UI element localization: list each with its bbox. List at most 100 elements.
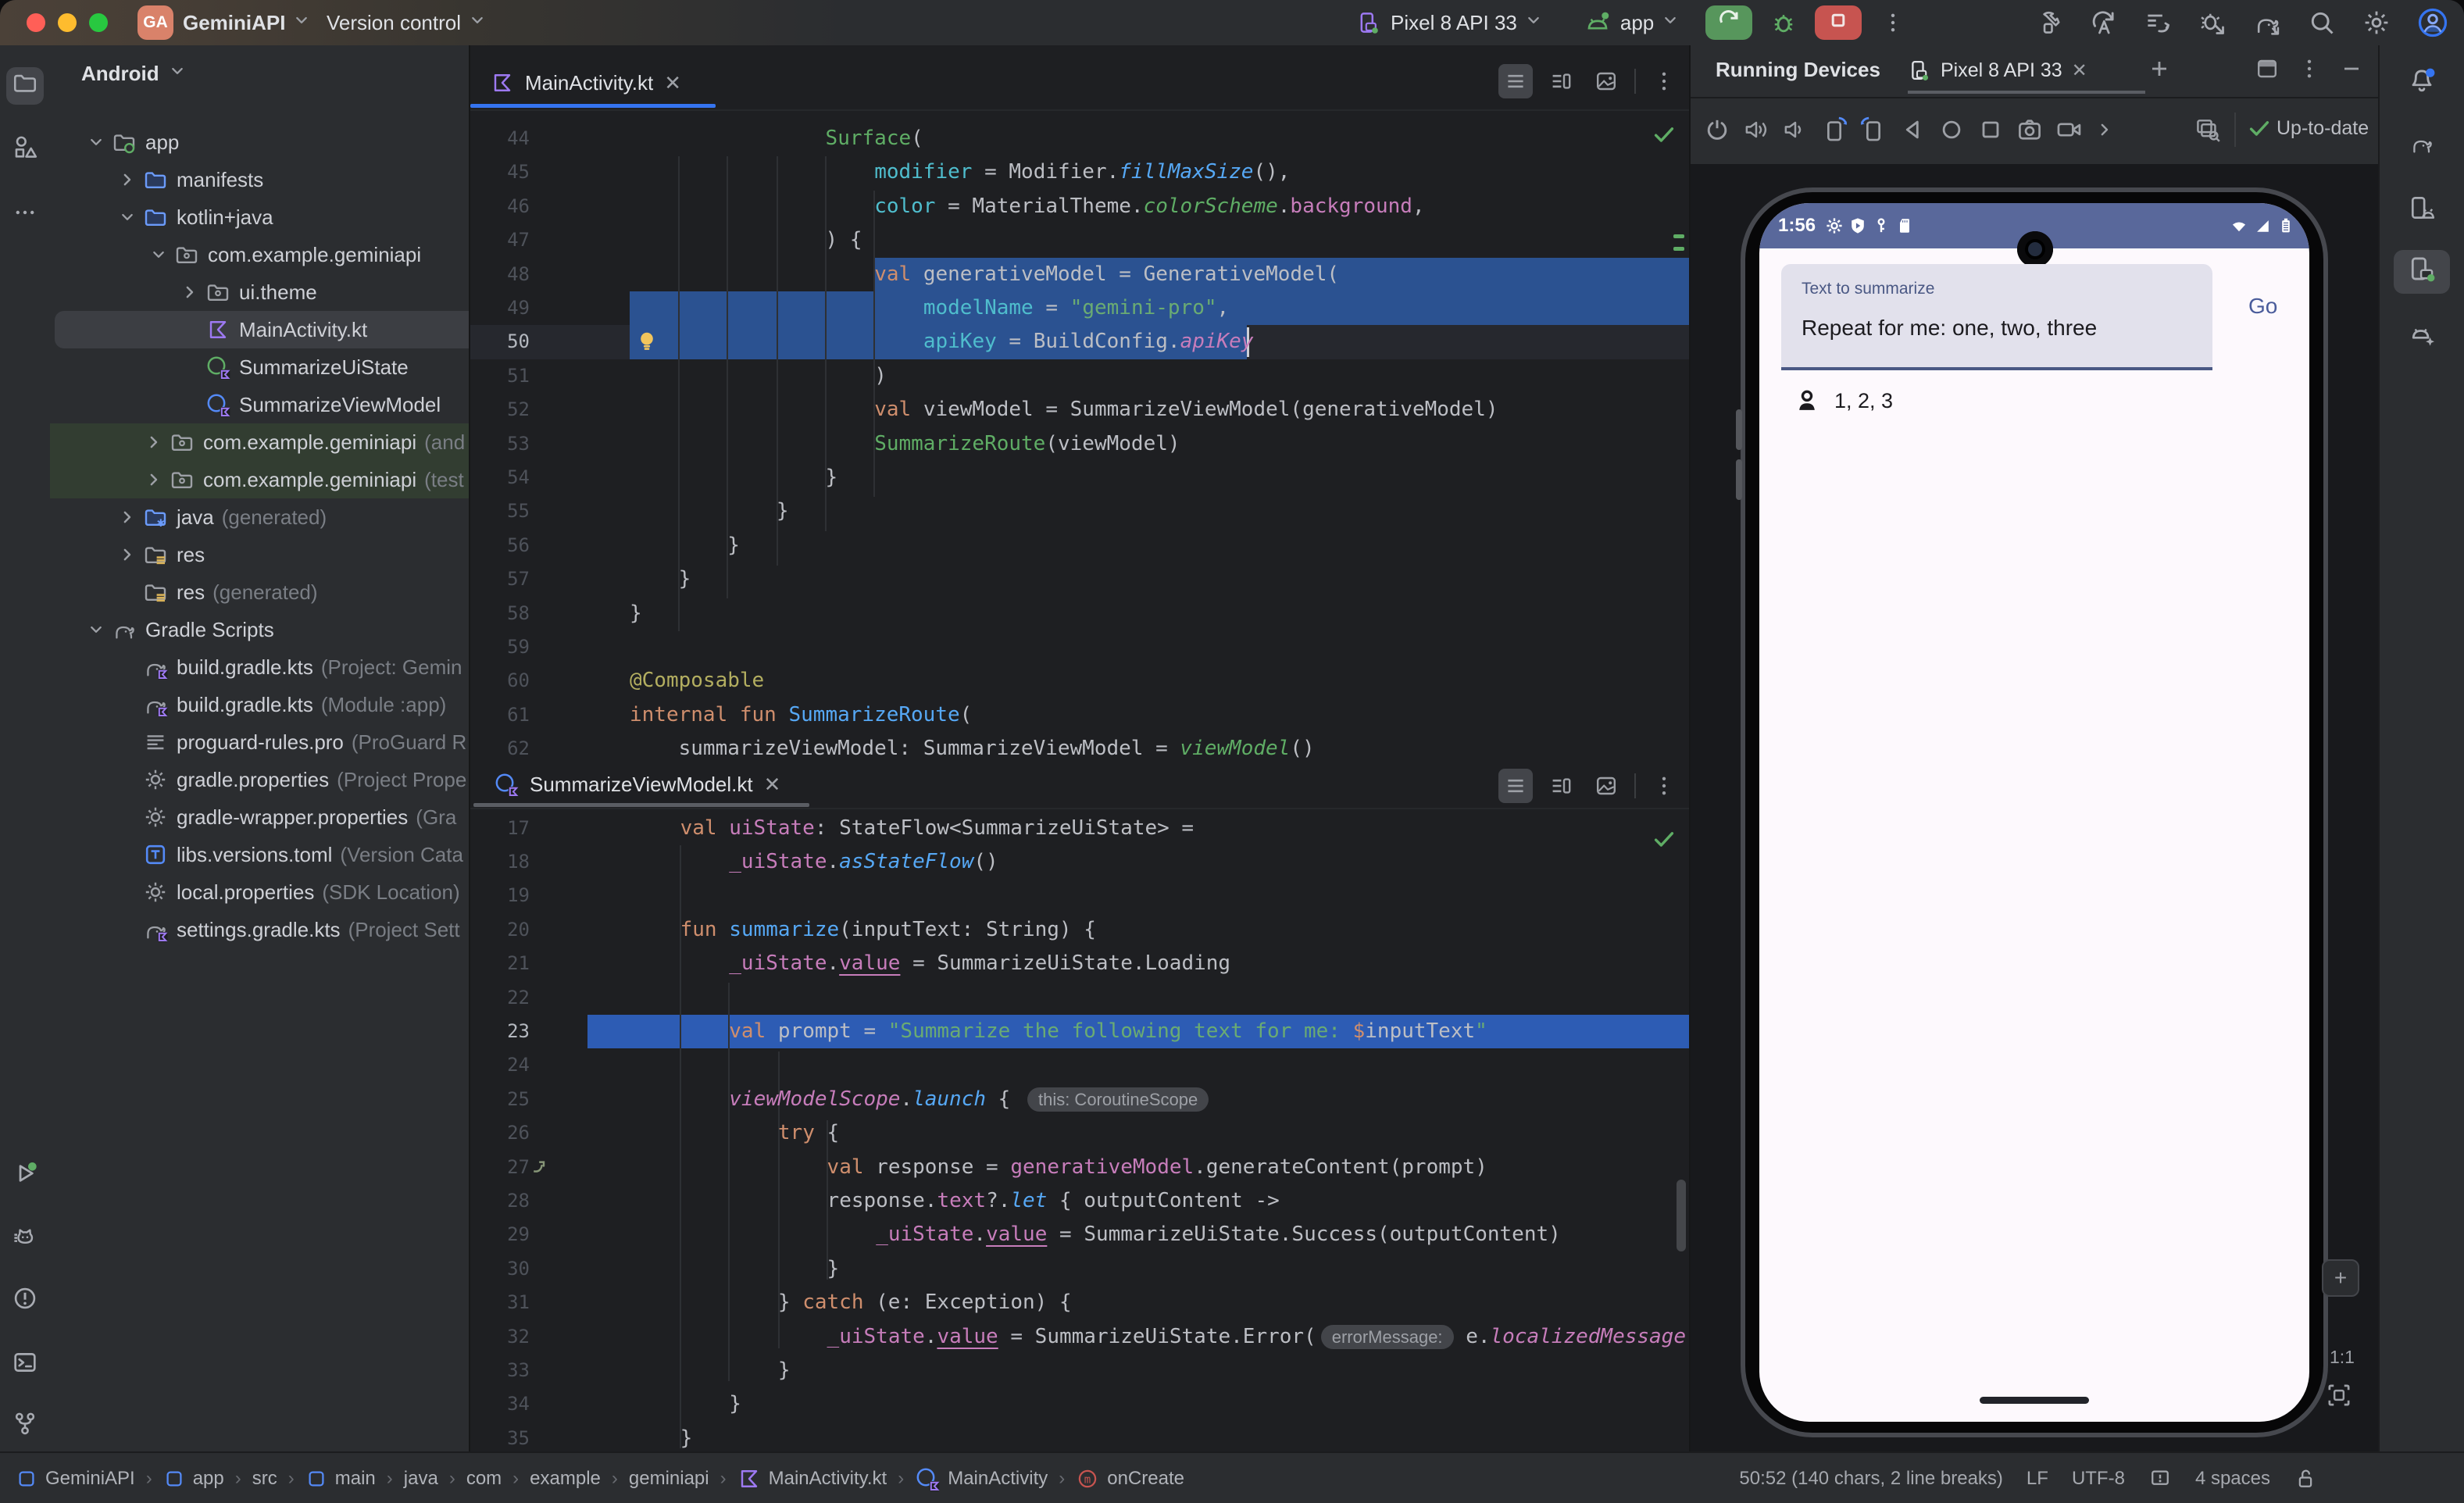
chevron-down-icon[interactable] [144, 245, 173, 265]
code-line-58[interactable]: 58} [470, 597, 1691, 630]
code-line-17[interactable]: 17val uiState: StateFlow<SummarizeUiStat… [470, 812, 1691, 845]
code-line-53[interactable]: 53SummarizeRoute(viewModel) [470, 427, 1691, 461]
code-line-46[interactable]: 46color = MaterialTheme.colorScheme.back… [470, 190, 1691, 223]
run-tool-button[interactable] [6, 1158, 44, 1195]
gradle-tool-button[interactable] [2403, 128, 2441, 166]
code-line-44[interactable]: 44Surface( [470, 122, 1691, 155]
user-avatar-icon[interactable] [2417, 7, 2448, 38]
tree-item-build-gradle-kts[interactable]: build.gradle.kts(Project: Gemin [55, 648, 469, 686]
tab-summarize-viewmodel[interactable]: SummarizeViewModel.kt ✕ [473, 764, 801, 805]
line-ending-widget[interactable]: LF [2027, 1468, 2048, 1490]
rotate-left-icon[interactable] [1820, 116, 1848, 144]
split-view-icon[interactable] [1544, 64, 1578, 98]
code-line-28[interactable]: 28response.text?.let { outputContent -> [470, 1184, 1691, 1218]
tree-item-mainactivity-kt[interactable]: MainActivity.kt [55, 311, 469, 348]
breadcrumb-mainactivity-kt[interactable]: MainActivity.kt [737, 1467, 887, 1491]
project-menu[interactable]: GeminiAPI [183, 0, 312, 45]
overview-icon[interactable] [1977, 116, 2005, 144]
close-tab-icon[interactable]: ✕ [664, 71, 681, 95]
android-assistant-button[interactable] [2403, 317, 2441, 355]
tree-item-res[interactable]: res(generated) [55, 573, 469, 611]
chevron-right-icon[interactable] [139, 431, 169, 453]
chevron-right-icon[interactable] [112, 506, 142, 528]
go-button[interactable]: Go [2248, 294, 2277, 319]
power-icon[interactable] [1703, 116, 1731, 144]
breadcrumb-oncreate[interactable]: monCreate [1076, 1467, 1184, 1491]
snapshot-search-icon[interactable] [2194, 116, 2222, 144]
tree-item-app[interactable]: app [55, 123, 469, 161]
zoom-in-button[interactable]: + [2322, 1259, 2359, 1297]
code-line-29[interactable]: 29_uiState.value = SummarizeUiState.Succ… [470, 1218, 1691, 1251]
preview-icon[interactable] [1589, 769, 1623, 803]
suspend-call-icon[interactable] [530, 1155, 553, 1179]
code-line-35[interactable]: 35} [470, 1422, 1691, 1451]
encoding-widget[interactable]: UTF-8 [2072, 1468, 2125, 1490]
phone-screen[interactable]: 1:56 Text to summarize Repeat for me: on… [1759, 203, 2309, 1422]
project-avatar[interactable]: GA [137, 5, 173, 40]
device-tab[interactable]: Pixel 8 API 33 ✕ [1908, 48, 2087, 92]
lock-open-icon[interactable] [2294, 1467, 2317, 1491]
chevron-right-icon[interactable] [2094, 116, 2116, 144]
minimize-panel-icon[interactable] [2339, 56, 2364, 81]
more-vertical-icon[interactable] [1647, 769, 1681, 803]
chevron-right-icon[interactable] [175, 281, 205, 303]
breadcrumb-mainactivity[interactable]: MainActivity [915, 1466, 1048, 1491]
code-line-18[interactable]: 18_uiState.asStateFlow() [470, 845, 1691, 879]
more-options-icon[interactable] [2297, 56, 2322, 81]
tree-item-settings-gradle-kts[interactable]: settings.gradle.kts(Project Sett [55, 911, 469, 948]
code-line-32[interactable]: 32_uiState.value = SummarizeUiState.Erro… [470, 1320, 1691, 1354]
tree-item-proguard-rules-pro[interactable]: proguard-rules.pro(ProGuard R [55, 723, 469, 761]
chevron-down-icon[interactable] [81, 619, 111, 640]
code-line-31[interactable]: 31} catch (e: Exception) { [470, 1286, 1691, 1319]
fit-to-window-button[interactable] [2325, 1381, 2353, 1409]
breadcrumb-example[interactable]: example [530, 1468, 601, 1490]
code-line-56[interactable]: 56} [470, 529, 1691, 562]
problems-tool-button[interactable] [6, 1283, 44, 1320]
macos-window-controls[interactable] [27, 13, 108, 32]
close-tab-icon[interactable]: ✕ [764, 773, 781, 797]
code-line-47[interactable]: 47) { [470, 223, 1691, 257]
field-value[interactable]: Repeat for me: one, two, three [1802, 316, 2097, 341]
tree-item-summarizeuistate[interactable]: SummarizeUiState [55, 348, 469, 386]
home-icon[interactable] [1937, 116, 1966, 144]
code-line-24[interactable]: 24 [470, 1048, 1691, 1082]
breadcrumb-geminiapi[interactable]: geminiapi [629, 1468, 709, 1490]
chevron-right-icon[interactable] [139, 469, 169, 491]
list-view-icon[interactable] [1498, 64, 1533, 98]
tree-item-libs-versions-toml[interactable]: libs.versions.toml(Version Cata [55, 836, 469, 873]
code-line-27[interactable]: 27val response = generativeModel.generat… [470, 1151, 1691, 1184]
code-line-19[interactable]: 19 [470, 879, 1691, 912]
more-tool-windows-button[interactable] [6, 197, 44, 234]
code-line-30[interactable]: 30} [470, 1252, 1691, 1286]
chevron-right-icon[interactable] [112, 169, 142, 191]
search-icon[interactable] [2308, 9, 2336, 37]
code-line-57[interactable]: 57} [470, 562, 1691, 596]
code-line-23[interactable]: 23val prompt = "Summarize the following … [470, 1015, 1691, 1048]
chevron-down-icon[interactable] [112, 207, 142, 227]
tree-item-res[interactable]: res [55, 536, 469, 573]
chevron-right-icon[interactable] [112, 544, 142, 566]
code-line-25[interactable]: 25viewModelScope.launch { this: Coroutin… [470, 1083, 1691, 1116]
terminal-tool-button[interactable] [6, 1347, 44, 1384]
stop-button[interactable] [1815, 5, 1862, 40]
close-window-button[interactable] [27, 13, 45, 32]
tree-item-java[interactable]: java(generated) [55, 498, 469, 536]
device-selector[interactable]: Pixel 8 API 33 [1391, 11, 1517, 35]
settings-icon[interactable] [2362, 9, 2391, 37]
close-tab-icon[interactable]: ✕ [2072, 59, 2087, 82]
code-line-34[interactable]: 34} [470, 1387, 1691, 1421]
more-run-options-button[interactable] [1880, 10, 1905, 35]
tree-item-manifests[interactable]: manifests [55, 161, 469, 198]
more-vertical-icon[interactable] [1647, 64, 1681, 98]
tree-item-gradle-wrapper-properties[interactable]: gradle-wrapper.properties(Gra [55, 798, 469, 836]
code-line-33[interactable]: 33} [470, 1354, 1691, 1387]
code-editor[interactable]: 44Surface(45modifier = Modifier.fillMaxS… [470, 109, 1691, 764]
code-line-49[interactable]: 49modelName = "gemini-pro", [470, 291, 1691, 325]
gradle-sync-icon[interactable] [2253, 9, 2281, 37]
notification-icon[interactable] [2148, 1467, 2172, 1491]
code-line-20[interactable]: 20fun summarize(inputText: String) { [470, 913, 1691, 947]
version-control-tool-button[interactable] [6, 1408, 44, 1445]
logcat-tool-button[interactable] [6, 1222, 44, 1259]
text-to-summarize-field[interactable]: Text to summarize Repeat for me: one, tw… [1781, 264, 2212, 370]
rerun-activity-icon[interactable] [2089, 9, 2117, 37]
